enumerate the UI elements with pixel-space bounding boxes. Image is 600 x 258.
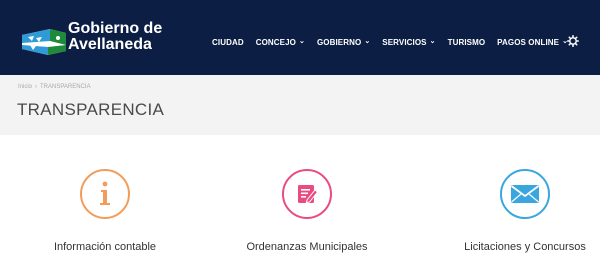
document-edit-icon: [282, 169, 332, 219]
chevron-down-icon: ⌄: [364, 38, 371, 45]
card-label: Información contable: [53, 241, 157, 253]
info-glyph: [100, 181, 110, 205]
card-informacion-contable[interactable]: Información contable: [5, 165, 205, 258]
nav-item-label: GOBIERNO: [316, 37, 362, 47]
transparency-links: Información contable Ordenanzas Municipa…: [0, 165, 600, 258]
document-edit-glyph: [298, 185, 319, 204]
nav-item-concejo[interactable]: CONCEJO ⌄: [256, 38, 305, 47]
breadcrumb-home-link[interactable]: Inicio: [18, 84, 32, 90]
nav-item-servicios[interactable]: SERVICIOS ⌄: [382, 38, 435, 47]
card-label: Ordenanzas Municipales: [246, 241, 368, 253]
envelope-icon: [500, 169, 550, 219]
card-label: Licitaciones y Concursos: [464, 241, 586, 253]
card-licitaciones-concursos[interactable]: Licitaciones y Concursos: [425, 165, 600, 258]
breadcrumb-separator-icon: ›: [35, 84, 38, 90]
nav-item-pagos-online[interactable]: PAGOS ONLINE ⌄: [497, 38, 568, 47]
logo-text: Gobierno de Avellaneda: [68, 21, 162, 53]
main-menu: CIUDAD CONCEJO ⌄ GOBIERNO ⌄ SERVICIOS ⌄ …: [212, 34, 580, 50]
envelope-glyph: [510, 185, 540, 203]
page-title: TRANSPARENCIA: [17, 100, 165, 119]
nav-item-label: CIUDAD: [212, 37, 244, 47]
nav-item-label: CONCEJO: [255, 37, 296, 47]
card-ordenanzas-municipales[interactable]: Ordenanzas Municipales: [207, 165, 407, 258]
info-icon: [80, 169, 130, 219]
nav-item-gobierno[interactable]: GOBIERNO ⌄: [317, 38, 370, 47]
nav-item-label: PAGOS ONLINE: [497, 37, 560, 47]
logo-text-line2: Avellaneda: [68, 36, 152, 53]
breadcrumb: Inicio › TRANSPARENCIA: [18, 84, 91, 90]
nav-item-turismo[interactable]: TURISMO: [448, 38, 486, 47]
logo-text-line1: Gobierno de: [68, 20, 163, 37]
chevron-down-icon: ⌄: [298, 38, 305, 45]
nav-item-label: SERVICIOS: [382, 37, 427, 47]
logo-flag-icon: [22, 29, 66, 55]
top-navigation-bar: Gobierno de Avellaneda CIUDAD CONCEJO ⌄ …: [0, 0, 600, 75]
nav-item-label: TURISMO: [447, 37, 486, 47]
breadcrumb-current: TRANSPARENCIA: [40, 84, 91, 90]
site-logo[interactable]: Gobierno de Avellaneda: [20, 13, 172, 61]
nav-item-ciudad[interactable]: CIUDAD: [212, 38, 244, 47]
gear-icon[interactable]: [567, 35, 579, 47]
chevron-down-icon: ⌄: [429, 38, 436, 45]
